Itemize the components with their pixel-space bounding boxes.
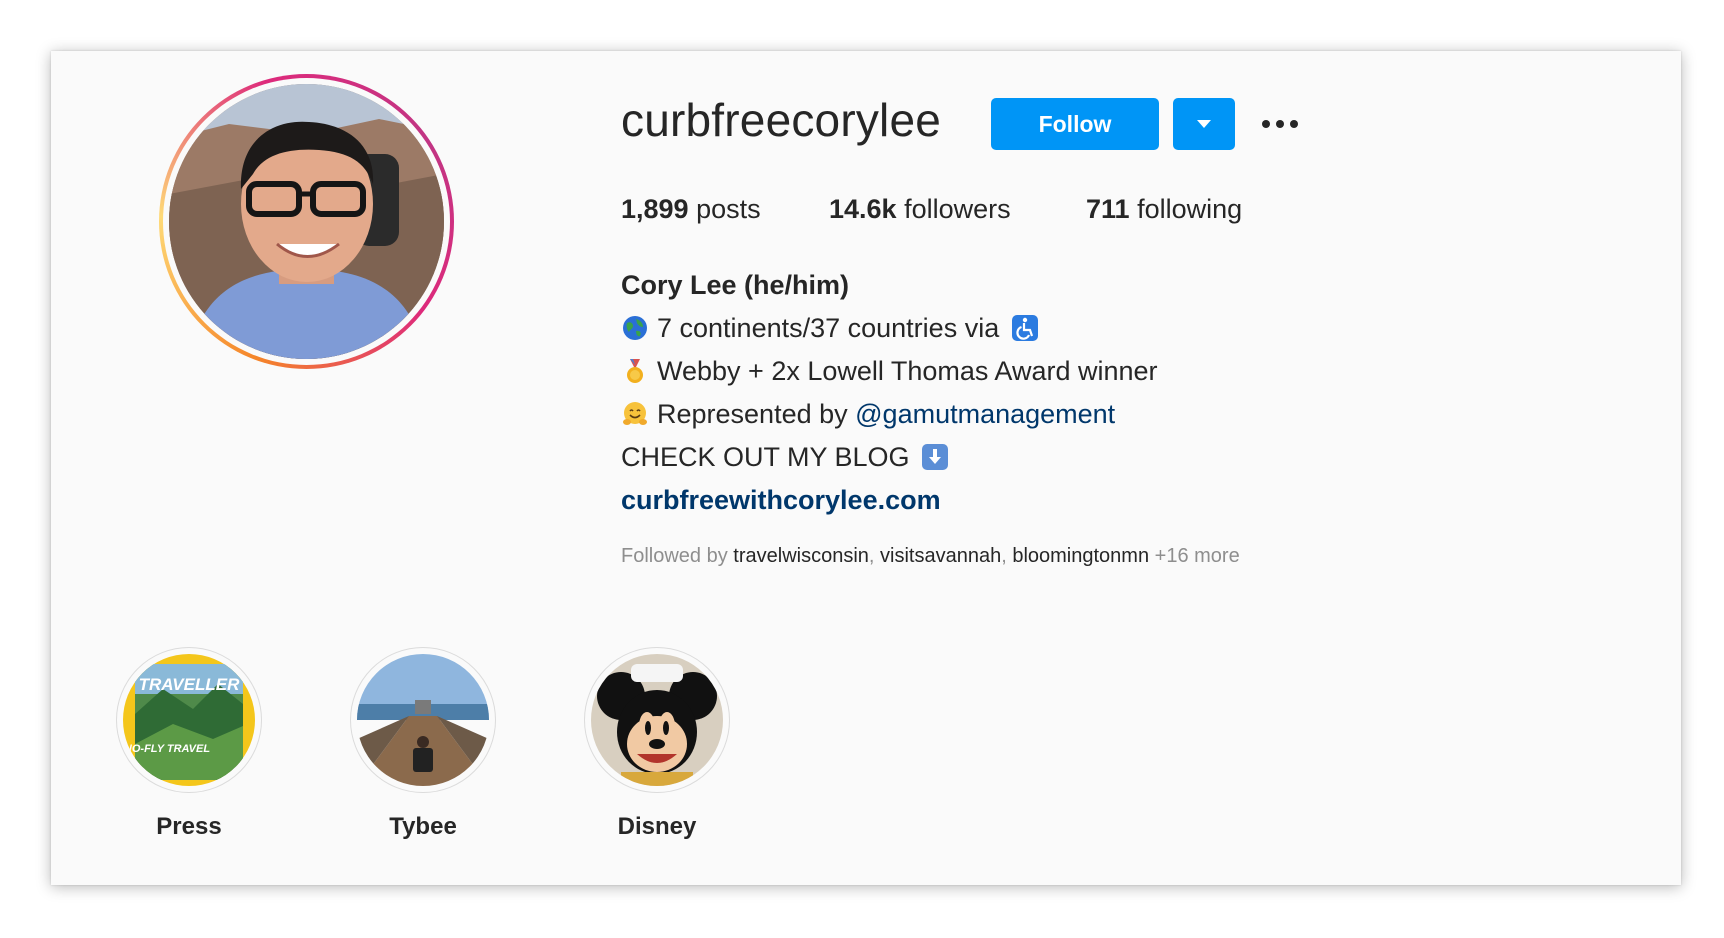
profile-full-name: Cory Lee (he/him): [621, 270, 850, 300]
followed-by-user[interactable]: visitsavannah: [880, 545, 1001, 567]
followers-label: followers: [904, 194, 1011, 224]
highlight-tybee-cover: [357, 654, 489, 786]
bio-blog-text: CHECK OUT MY BLOG: [621, 442, 910, 472]
chevron-down-icon: [1196, 117, 1212, 132]
posts-stat: 1,899 posts: [621, 194, 761, 225]
profile-card: curbfreecorylee Follow 1,899 posts 14.6k…: [51, 51, 1681, 885]
followers-count: 14.6k: [829, 194, 897, 224]
highlight-press[interactable]: TRAVELLER NO-FLY TRAVEL Press: [114, 647, 264, 841]
followers-link[interactable]: 14.6k followers: [829, 194, 1011, 225]
following-link[interactable]: 711 following: [1086, 194, 1242, 225]
followed-by-prefix: Followed by: [621, 545, 728, 567]
website-link[interactable]: curbfreewithcorylee.com: [621, 479, 1158, 522]
highlight-cover-ring[interactable]: [584, 647, 730, 793]
highlight-label: Press: [156, 813, 222, 840]
hugging-face-icon: [621, 398, 649, 426]
follow-button[interactable]: Follow: [991, 98, 1159, 150]
followed-by-user[interactable]: bloomingtonmn: [1012, 545, 1149, 567]
highlight-label: Tybee: [389, 813, 457, 840]
highlight-press-cover: TRAVELLER NO-FLY TRAVEL: [123, 654, 255, 786]
profile-bio: Cory Lee (he/him) 7 continents/37 countr…: [621, 264, 1158, 522]
posts-count: 1,899: [621, 194, 689, 224]
bio-awards-text: Webby + 2x Lowell Thomas Award winner: [657, 356, 1158, 386]
bio-travel-text: 7 continents/37 countries via: [657, 313, 1000, 343]
profile-username: curbfreecorylee: [621, 94, 942, 146]
more-options-button[interactable]: [1255, 106, 1305, 142]
management-mention-link[interactable]: @gamutmanagement: [855, 399, 1115, 429]
globe-icon: [621, 312, 649, 340]
highlight-cover-ring[interactable]: TRAVELLER NO-FLY TRAVEL: [116, 647, 262, 793]
highlight-disney-cover: [591, 654, 723, 786]
followed-by-user[interactable]: travelwisconsin: [733, 545, 869, 567]
bio-representation-text: Represented by: [657, 399, 848, 429]
followed-by-more[interactable]: +16 more: [1155, 545, 1240, 567]
bio-line-travel: 7 continents/37 countries via: [621, 307, 1158, 350]
following-label: following: [1137, 194, 1243, 224]
bio-line-blog: CHECK OUT MY BLOG: [621, 436, 1158, 479]
posts-label: posts: [696, 194, 761, 224]
profile-avatar[interactable]: [169, 84, 444, 359]
down-arrow-icon: [921, 441, 949, 470]
bio-line-awards: Webby + 2x Lowell Thomas Award winner: [621, 350, 1158, 393]
suggested-accounts-button[interactable]: [1173, 98, 1235, 150]
medal-icon: [621, 355, 649, 383]
bio-line-representation: Represented by @gamutmanagement: [621, 393, 1158, 436]
highlight-disney[interactable]: Disney: [582, 647, 732, 841]
highlight-tybee[interactable]: Tybee: [348, 647, 498, 841]
followed-by-text[interactable]: Followed by travelwisconsin, visitsavann…: [621, 545, 1240, 568]
following-count: 711: [1086, 194, 1130, 224]
press-cover-title: TRAVELLER: [139, 675, 240, 694]
profile-avatar-story-ring[interactable]: [159, 74, 454, 369]
wheelchair-icon: [1011, 312, 1039, 341]
highlight-label: Disney: [617, 813, 697, 840]
highlight-cover-ring[interactable]: [350, 647, 496, 793]
more-icon: [1260, 117, 1300, 132]
press-cover-subtitle: NO-FLY TRAVEL: [124, 743, 210, 755]
